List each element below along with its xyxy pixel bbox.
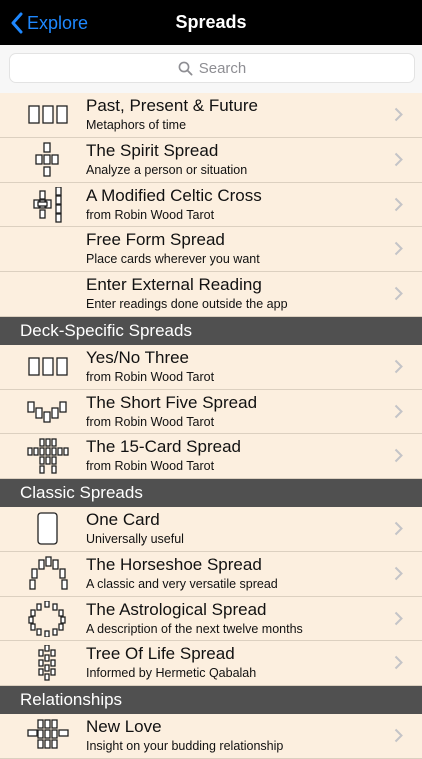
navigation-bar: Explore Spreads <box>0 0 422 45</box>
astrological-circle-icon <box>28 600 66 637</box>
list-item[interactable]: A Modified Celtic Cross from Robin Wood … <box>0 183 422 228</box>
three-cards-icon <box>28 357 68 376</box>
item-subtitle: Metaphors of time <box>86 118 187 132</box>
fifteen-cards-icon <box>27 438 69 474</box>
item-title: The 15-Card Spread <box>86 437 241 457</box>
chevron-right-icon <box>394 449 403 463</box>
item-title: Past, Present & Future <box>86 96 258 115</box>
chevron-right-icon <box>394 611 403 625</box>
item-subtitle: A classic and very versatile spread <box>86 576 278 591</box>
item-title: Yes/No Three <box>86 347 190 367</box>
list-item[interactable]: Enter External Reading Enter readings do… <box>0 272 422 317</box>
item-title: Enter External Reading <box>86 275 262 294</box>
item-title: One Card <box>86 510 160 529</box>
item-subtitle: from Robin Wood Tarot <box>86 369 215 384</box>
item-subtitle: from Robin Wood Tarot <box>86 459 215 474</box>
item-subtitle: from Robin Wood Tarot <box>86 207 215 222</box>
chevron-right-icon <box>394 521 403 536</box>
tree-of-life-icon <box>38 645 56 681</box>
item-subtitle: Analyze a person or situation <box>86 162 248 177</box>
celtic-cross-icon <box>33 186 62 223</box>
item-title: Tree Of Life Spread <box>86 644 235 664</box>
spirit-spread-icon <box>35 142 59 177</box>
list-item[interactable]: Tree Of Life Spread Informed by Hermetic… <box>0 641 422 686</box>
chevron-right-icon <box>394 107 403 122</box>
item-subtitle: Insight on your budding relationship <box>86 739 284 753</box>
horseshoe-icon <box>29 556 68 590</box>
list-item[interactable]: Yes/No Three from Robin Wood Tarot <box>0 345 422 390</box>
item-title: The Horseshoe Spread <box>86 554 262 574</box>
list-item[interactable]: The Astrological Spread A description of… <box>0 597 422 642</box>
one-card-icon <box>37 512 58 545</box>
page-title: Spreads <box>175 12 247 32</box>
chevron-right-icon <box>394 152 403 166</box>
search-input[interactable]: Search <box>9 53 415 83</box>
chevron-right-icon <box>394 404 403 418</box>
chevron-right-icon <box>394 566 403 580</box>
item-title: The Short Five Spread <box>86 392 258 412</box>
search-bar-container: Search <box>0 45 422 93</box>
search-placeholder: Search <box>198 59 247 77</box>
list-item[interactable]: Free Form Spread Place cards wherever yo… <box>0 227 422 272</box>
list-item[interactable]: Past, Present & Future Metaphors of time <box>0 93 422 138</box>
list-item[interactable]: One Card Universally useful <box>0 507 422 552</box>
section-header-classic: Classic Spreads <box>0 479 422 507</box>
chevron-right-icon <box>394 359 403 373</box>
chevron-right-icon <box>394 197 403 211</box>
item-subtitle: Universally useful <box>86 532 184 546</box>
item-title: New Love <box>86 717 162 736</box>
list-item[interactable]: The Spirit Spread Analyze a person or si… <box>0 138 422 183</box>
chevron-right-icon <box>394 242 403 256</box>
item-subtitle: from Robin Wood Tarot <box>86 414 215 429</box>
item-title: The Spirit Spread <box>86 140 219 160</box>
item-title: The Astrological Spread <box>86 599 267 619</box>
chevron-right-icon <box>394 286 403 301</box>
item-subtitle: A description of the next twelve months <box>86 621 303 636</box>
item-subtitle: Informed by Hermetic Qabalah <box>86 666 257 681</box>
five-cards-icon <box>27 400 67 423</box>
section-header-deck-specific: Deck-Specific Spreads <box>0 316 422 345</box>
search-icon <box>178 61 193 76</box>
three-cards-icon <box>28 105 68 124</box>
chevron-right-icon <box>394 728 403 743</box>
list-item[interactable]: New Love Insight on your budding relatio… <box>0 714 422 759</box>
item-subtitle: Place cards wherever you want <box>86 252 260 267</box>
list-item[interactable]: The Horseshoe Spread A classic and very … <box>0 552 422 597</box>
list-item[interactable]: The 15-Card Spread from Robin Wood Tarot <box>0 434 422 479</box>
item-title: A Modified Celtic Cross <box>86 185 262 205</box>
section-header-relationships: Relationships <box>0 686 422 714</box>
chevron-right-icon <box>394 656 403 670</box>
list-item[interactable]: The Short Five Spread from Robin Wood Ta… <box>0 390 422 435</box>
item-title: Free Form Spread <box>86 230 225 250</box>
item-subtitle: Enter readings done outside the app <box>86 297 288 311</box>
spreads-list: Past, Present & Future Metaphors of time… <box>0 93 422 759</box>
new-love-icon <box>27 719 69 749</box>
